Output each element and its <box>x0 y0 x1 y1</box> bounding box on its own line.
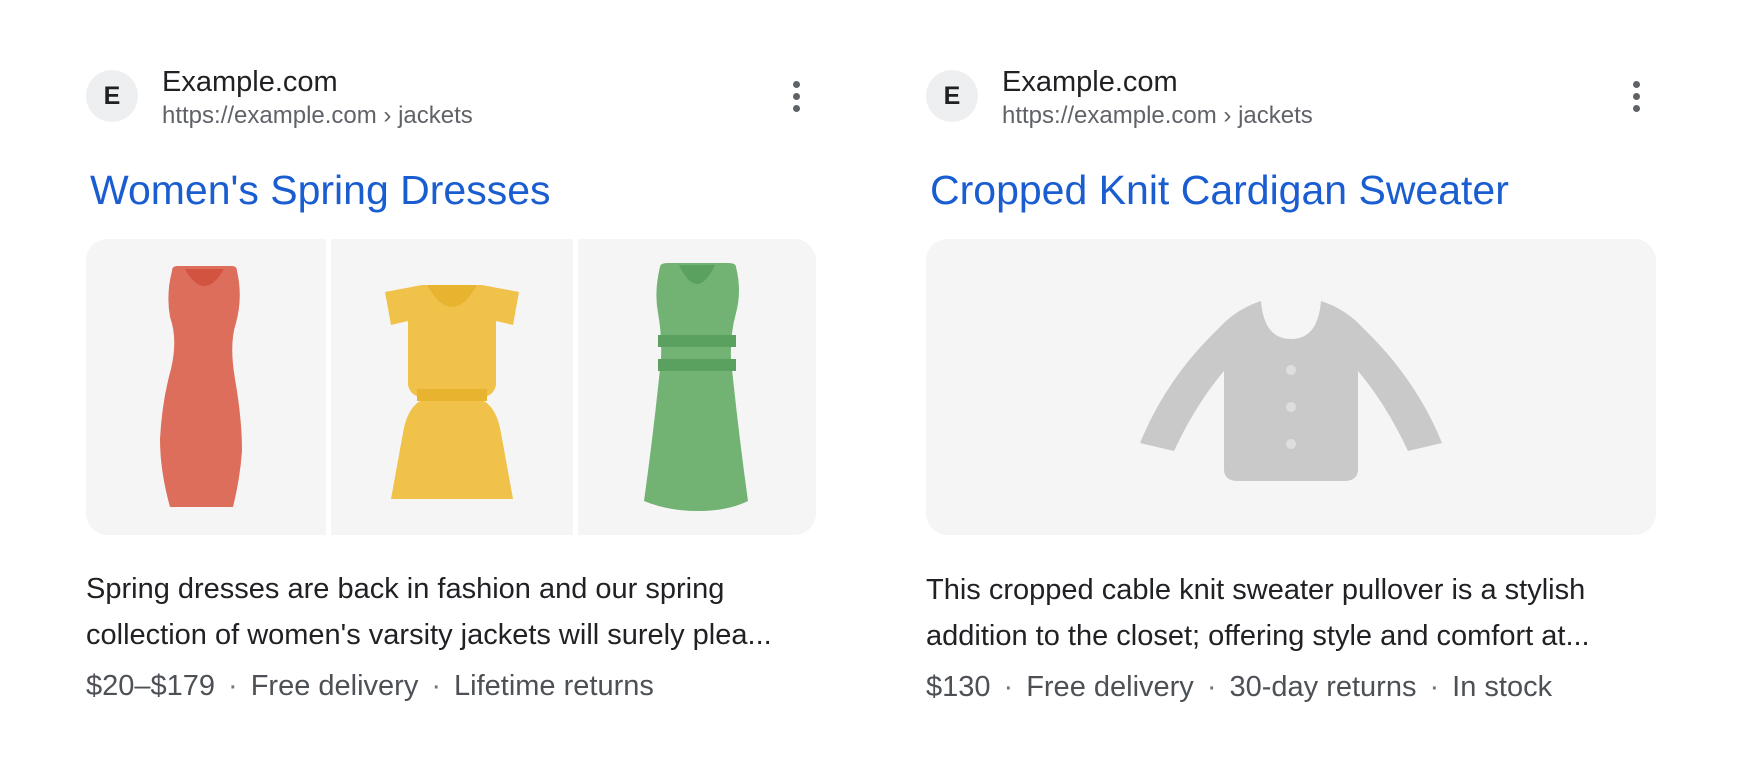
site-header[interactable]: E Example.com https://example.com › jack… <box>86 66 816 130</box>
delivery-info: Free delivery <box>250 670 419 702</box>
site-name[interactable]: Example.com <box>162 66 338 99</box>
returns-info: 30-day returns <box>1229 671 1417 703</box>
site-header[interactable]: E Example.com https://example.com › jack… <box>926 66 1656 130</box>
product-meta-row: $130 · Free delivery · 30-day returns · In sto… <box>926 671 1552 704</box>
result-snippet: Spring dresses are back in fashion and o… <box>86 566 816 658</box>
returns-info: Lifetime returns <box>454 670 654 702</box>
product-meta-row: $20–$179 · Free delivery · Lifetime returns <box>86 670 654 703</box>
green-dress-image[interactable] <box>578 239 816 535</box>
site-url-breadcrumb[interactable]: https://example.com › jackets <box>1002 102 1313 130</box>
result-image-strip[interactable] <box>86 239 816 535</box>
delivery-info: Free delivery <box>1026 671 1194 703</box>
separator-dot: · <box>1003 671 1014 703</box>
separator-dot: · <box>431 670 441 702</box>
price-range: $20–$179 <box>86 670 216 702</box>
result-title-link[interactable]: Cropped Knit Cardigan Sweater <box>930 164 1509 216</box>
separator-dot: · <box>228 670 238 702</box>
result-snippet: This cropped cable knit sweater pullover… <box>926 567 1656 659</box>
result-title-link[interactable]: Women's Spring Dresses <box>90 164 551 216</box>
price: $130 <box>926 671 991 703</box>
stock-status: In stock <box>1452 671 1553 703</box>
more-options-icon[interactable] <box>776 72 816 120</box>
search-result-card: E Example.com https://example.com › jack… <box>86 0 816 764</box>
more-options-icon[interactable] <box>1616 72 1656 120</box>
search-result-card: E Example.com https://example.com › jack… <box>926 0 1656 764</box>
separator-dot: · <box>1206 671 1217 703</box>
separator-dot: · <box>1429 671 1440 703</box>
yellow-dress-image[interactable] <box>331 239 573 535</box>
site-favicon[interactable]: E <box>86 70 138 122</box>
snippet-line: This cropped cable knit sweater pullover… <box>926 574 1586 606</box>
site-favicon[interactable]: E <box>926 70 978 122</box>
snippet-line: collection of women's varsity jackets wi… <box>86 619 772 651</box>
result-image[interactable] <box>926 239 1656 535</box>
snippet-line: Spring dresses are back in fashion and o… <box>86 573 725 605</box>
site-name[interactable]: Example.com <box>1002 66 1178 99</box>
red-dress-image[interactable] <box>86 239 326 535</box>
cardigan-placeholder-image[interactable] <box>926 239 1656 535</box>
snippet-line: addition to the closet; offering style a… <box>926 620 1590 652</box>
site-url-breadcrumb[interactable]: https://example.com › jackets <box>162 102 473 130</box>
